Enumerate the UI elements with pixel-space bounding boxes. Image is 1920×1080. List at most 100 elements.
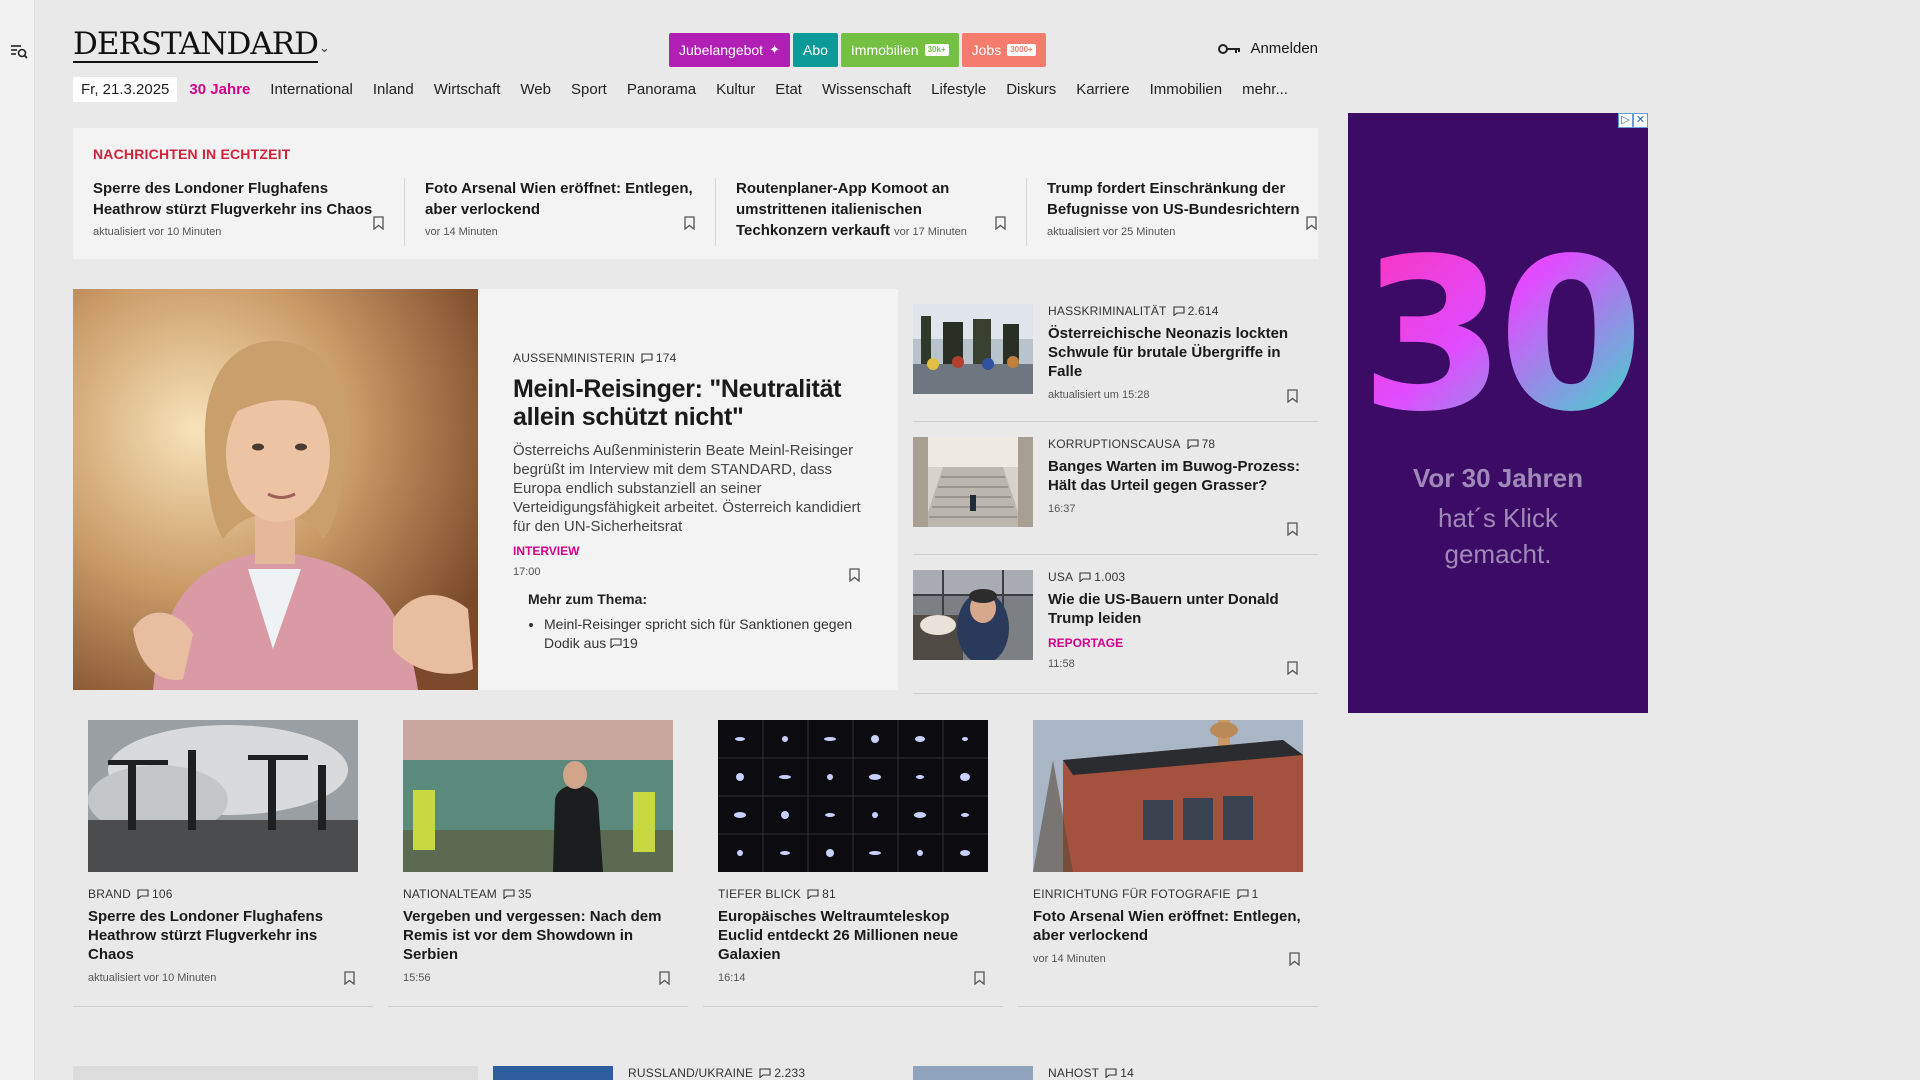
article-headline[interactable]: Europäisches Weltraumteleskop Euclid ent… [718,907,988,964]
lead-story[interactable]: AUSSENMINISTERIN 174 Meinl-Reisinger: "N… [73,289,898,690]
comments-count[interactable]: 174 [641,351,677,365]
side-article[interactable]: USA 1.003 Wie die US-Bauern unter Donald… [913,555,1318,694]
abo-button[interactable]: Abo [792,33,838,67]
article-thumbnail[interactable] [913,437,1033,527]
article-type-label: REPORTAGE [1048,636,1124,650]
ticker-item[interactable]: Routenplaner-App Komoot an umstrittenen … [715,178,1026,246]
timestamp: 16:14 [718,972,746,984]
comments-count[interactable]: 14 [1105,1066,1134,1080]
teaser-card[interactable]: EINRICHTUNG FÜR FOTOGRAFIE 1 Foto Arsena… [1018,719,1318,1007]
article-headline[interactable]: Vergeben und vergessen: Nach dem Remis i… [403,907,673,964]
related-link[interactable]: Meinl-Reisinger spricht sich für Sanktio… [544,615,874,653]
article-headline[interactable]: Österreichische Neonazis lockten Schwule… [1048,324,1303,381]
lead-photo[interactable] [73,289,478,690]
nav-item-30-jahre[interactable]: 30 Jahre [189,81,250,98]
nav-item-immobilien[interactable]: Immobilien [1150,81,1223,98]
bookmark-icon[interactable] [1289,952,1300,966]
lead-headline[interactable]: Meinl-Reisinger: "Neutralität allein sch… [513,375,863,431]
ad-controls: ▷ ✕ [1618,113,1648,128]
comment-icon [1079,572,1091,582]
bookmark-icon[interactable] [344,971,355,985]
article-thumbnail[interactable] [1033,720,1303,872]
ticker-item[interactable]: Foto Arsenal Wien eröffnet: Entlegen, ab… [404,178,715,246]
comments-count[interactable]: 2.614 [1173,304,1219,318]
main-container: DERSTANDARD ⌄ Jubelangebot ✦ Abo Immobil… [73,0,1318,1080]
lead-summary: Österreichs Außenministerin Beate Meinl-… [513,442,861,535]
nav-item-etat[interactable]: Etat [775,81,802,98]
jubelangebot-button[interactable]: Jubelangebot ✦ [669,33,790,67]
nav-item-sport[interactable]: Sport [571,81,607,98]
comments-count[interactable]: 35 [503,887,532,901]
nav-item-kultur[interactable]: Kultur [716,81,755,98]
teaser-card[interactable]: TIEFER BLICK 81 Europäisches Weltraumtel… [703,719,1003,1007]
comments-count[interactable]: 81 [807,887,836,901]
bookmark-icon[interactable] [1287,522,1298,536]
timestamp: 17:00 [513,566,541,578]
nav-item-lifestyle[interactable]: Lifestyle [931,81,986,98]
comment-icon [137,889,149,899]
nav-item-panorama[interactable]: Panorama [627,81,696,98]
teaser-grid: BRAND 106 Sperre des Londoner Flughafens… [73,719,1318,1007]
comment-icon [1237,889,1249,899]
nav-item-web[interactable]: Web [520,81,551,98]
comments-count[interactable]: 1 [1237,887,1259,901]
comments-count[interactable]: 78 [1187,437,1216,451]
nav-item-more[interactable]: mehr... [1242,81,1288,98]
chevron-down-icon[interactable]: ⌄ [319,40,330,56]
ad-info-icon[interactable]: ▷ [1618,113,1633,128]
timestamp: 16:37 [1048,503,1076,515]
advertisement[interactable]: ▷ ✕ 30 Vor 30 Jahren hat´s Klick gemacht… [1348,113,1648,713]
comments-count[interactable]: 2.233 [759,1066,805,1080]
comments-count[interactable]: 1.003 [1079,570,1125,584]
jobs-count-badge: 3000+ [1007,44,1036,56]
site-logo[interactable]: DERSTANDARD [73,28,319,63]
lead-kicker: AUSSENMINISTERIN 174 [513,351,677,365]
nav-item-karriere[interactable]: Karriere [1076,81,1129,98]
teaser-card[interactable]: NATIONALTEAM 35 Vergeben und vergessen: … [388,719,688,1007]
ticker-item[interactable]: Trump fordert Einschränkung der Befugnis… [1026,178,1337,246]
comments-count[interactable]: 106 [137,887,173,901]
bookmark-icon[interactable] [1287,389,1298,403]
article-thumbnail[interactable] [493,1066,613,1080]
nav-item-wirtschaft[interactable]: Wirtschaft [434,81,501,98]
nav-item-inland[interactable]: Inland [373,81,414,98]
ad-close-icon[interactable]: ✕ [1633,113,1648,128]
nav-item-diskurs[interactable]: Diskurs [1006,81,1056,98]
side-article-list: HASSKRIMINALITÄT 2.614 Österreichische N… [913,289,1318,694]
side-article[interactable]: KORRUPTIONSCAUSA 78 Banges Warten im Buw… [913,422,1318,555]
bookmark-icon[interactable] [373,216,384,230]
article-headline[interactable]: Banges Warten im Buwog-Prozess: Hält das… [1048,457,1303,495]
article-thumbnail[interactable] [913,570,1033,660]
article-headline[interactable]: Sperre des Londoner Flughafens Heathrow … [88,907,358,964]
nav-item-international[interactable]: International [270,81,353,98]
article-headline[interactable]: Wie die US-Bauern unter Donald Trump lei… [1048,590,1303,628]
placeholder-block [73,1066,478,1080]
bookmark-icon[interactable] [995,216,1006,230]
login-button[interactable]: Anmelden [1218,40,1318,57]
bookmark-icon[interactable] [1306,216,1317,230]
immobilien-button[interactable]: Immobilien 30k+ [840,33,959,67]
ad-graphic: 30 [1360,233,1644,433]
article-thumbnail[interactable] [913,304,1033,394]
bookmark-icon[interactable] [1287,661,1298,675]
bookmark-icon[interactable] [849,568,860,582]
search-menu-icon[interactable] [9,42,29,62]
ad-copy: Vor 30 Jahren hat´s Klick gemacht. [1412,463,1584,569]
left-rail [0,0,35,1080]
ticker-item[interactable]: Sperre des Londoner Flughafens Heathrow … [93,178,404,246]
bookmark-icon[interactable] [684,216,695,230]
breaking-news-ticker: NACHRICHTEN IN ECHTZEIT Sperre des Londo… [73,128,1318,259]
article-thumbnail[interactable] [403,720,673,872]
article-thumbnail[interactable] [88,720,358,872]
bookmark-icon[interactable] [659,971,670,985]
side-article[interactable]: HASSKRIMINALITÄT 2.614 Österreichische N… [913,289,1318,422]
article-thumbnail[interactable] [913,1066,1033,1080]
next-row: RUSSLAND/UKRAINE 2.233 NAHOST 14 [73,1064,1318,1080]
bookmark-icon[interactable] [974,971,985,985]
teaser-card[interactable]: BRAND 106 Sperre des Londoner Flughafens… [73,719,373,1007]
article-thumbnail[interactable] [718,720,988,872]
article-headline[interactable]: Foto Arsenal Wien eröffnet: Entlegen, ab… [1033,907,1303,945]
jobs-button[interactable]: Jobs 3000+ [961,33,1046,67]
nav-item-wissenschaft[interactable]: Wissenschaft [822,81,911,98]
timestamp: 15:56 [403,972,431,984]
